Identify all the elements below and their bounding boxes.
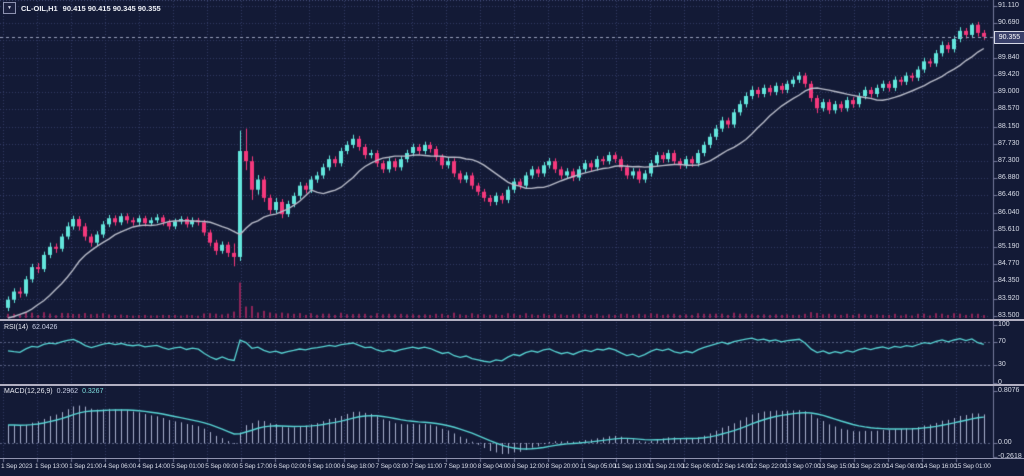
time-axis-label: 13 Sep 23:00 (852, 463, 888, 471)
macd-indicator-label: MACD(12,26,9) 0.2962 0.3267 (4, 388, 103, 396)
price-axis-label: 88.570 (998, 105, 1019, 113)
current-price-tag: 90.355 (994, 31, 1024, 44)
time-axis-label: 5 Sep 01:00 (171, 463, 204, 471)
macd-main-value: 0.2962 (57, 388, 78, 395)
rsi-panel[interactable] (0, 321, 993, 383)
rsi-indicator-label: RSI(14) 62.0426 (4, 324, 57, 332)
macd-panel[interactable] (0, 386, 993, 458)
time-axis-label: 7 Sep 03:00 (376, 463, 409, 471)
macd-signal-value: 0.3267 (82, 388, 103, 395)
time-axis-label: 11 Sep 13:00 (614, 463, 650, 471)
price-axis-label: 89.420 (998, 71, 1019, 79)
rsi-axis-label: 70 (998, 338, 1006, 346)
time-axis-label: 12 Sep 22:00 (750, 463, 786, 471)
time-axis-label: 6 Sep 10:00 (307, 463, 340, 471)
time-axis-label: 4 Sep 14:00 (137, 463, 170, 471)
price-axis-label: 88.150 (998, 123, 1019, 131)
price-axis-label: 83.920 (998, 295, 1019, 303)
macd-axis-label: -0.2618 (998, 453, 1022, 461)
time-axis-label: 7 Sep 19:00 (444, 463, 477, 471)
time-axis-label: 12 Sep 14:00 (716, 463, 752, 471)
time-axis-label: 11 Sep 21:00 (648, 463, 684, 471)
chart-symbol-period: CL-OIL,H1 (21, 4, 58, 13)
time-axis-label: 6 Sep 02:00 (273, 463, 306, 471)
time-axis-label: 8 Sep 12:00 (512, 463, 545, 471)
triangle-down-icon: ▼ (7, 5, 12, 11)
price-axis-label: 87.730 (998, 140, 1019, 148)
time-axis-label: 6 Sep 18:00 (342, 463, 375, 471)
time-axis-label: 5 Sep 09:00 (205, 463, 238, 471)
rsi-axis-label: 100 (998, 321, 1010, 329)
price-axis-label: 90.690 (998, 19, 1019, 27)
price-axis-label: 84.770 (998, 260, 1019, 268)
chart-menu-button[interactable]: ▼ (3, 2, 16, 14)
panel-divider-rsi[interactable] (0, 319, 1024, 321)
rsi-value: 62.0426 (32, 324, 57, 331)
time-axis-label: 13 Sep 07:00 (784, 463, 820, 471)
time-axis-label: 13 Sep 15:00 (818, 463, 854, 471)
price-axis-label: 86.460 (998, 191, 1019, 199)
time-axis-label: 12 Sep 06:00 (682, 463, 718, 471)
macd-axis-label: 0.8076 (998, 387, 1019, 395)
chart-title-bar: ▼ CL-OIL,H1 90.415 90.415 90.345 90.355 (3, 2, 161, 14)
price-axis-label: 85.190 (998, 243, 1019, 251)
time-axis-label: 11 Sep 05:00 (580, 463, 616, 471)
time-axis-label: 8 Sep 04:00 (478, 463, 511, 471)
price-axis-label: 89.000 (998, 88, 1019, 96)
time-axis-label: 15 Sep 01:00 (954, 463, 990, 471)
time-axis-line (0, 458, 1024, 459)
macd-name: MACD(12,26,9) (4, 388, 53, 395)
macd-axis-label: 0.00 (998, 439, 1012, 447)
time-axis-label: 5 Sep 17:00 (239, 463, 272, 471)
time-axis-label: 1 Sep 13:00 (35, 463, 68, 471)
price-axis-label: 85.610 (998, 226, 1019, 234)
rsi-name: RSI(14) (4, 324, 28, 331)
rsi-axis-label: 30 (998, 361, 1006, 369)
time-axis-label: 7 Sep 11:00 (410, 463, 442, 471)
price-axis-label: 91.110 (998, 2, 1019, 10)
panel-divider-macd[interactable] (0, 384, 1024, 386)
price-axis-label: 86.880 (998, 174, 1019, 182)
chart-ohlc-values: 90.415 90.415 90.345 90.355 (63, 4, 161, 13)
time-axis-label: 14 Sep 16:00 (920, 463, 956, 471)
price-axis-label: 86.040 (998, 209, 1019, 217)
chart-window: ▼ CL-OIL,H1 90.415 90.415 90.345 90.355 … (0, 0, 1024, 476)
main-chart-panel[interactable] (0, 0, 993, 319)
time-axis-label: 1 Sep 21:00 (69, 463, 102, 471)
price-axis-label: 84.350 (998, 277, 1019, 285)
time-axis-label: 8 Sep 20:00 (546, 463, 579, 471)
time-axis-label: 14 Sep 08:00 (886, 463, 922, 471)
price-axis-label: 89.840 (998, 54, 1019, 62)
time-axis-label: 4 Sep 06:00 (103, 463, 136, 471)
time-axis-label: 1 Sep 2023 (1, 463, 32, 471)
price-axis-label: 87.300 (998, 157, 1019, 165)
